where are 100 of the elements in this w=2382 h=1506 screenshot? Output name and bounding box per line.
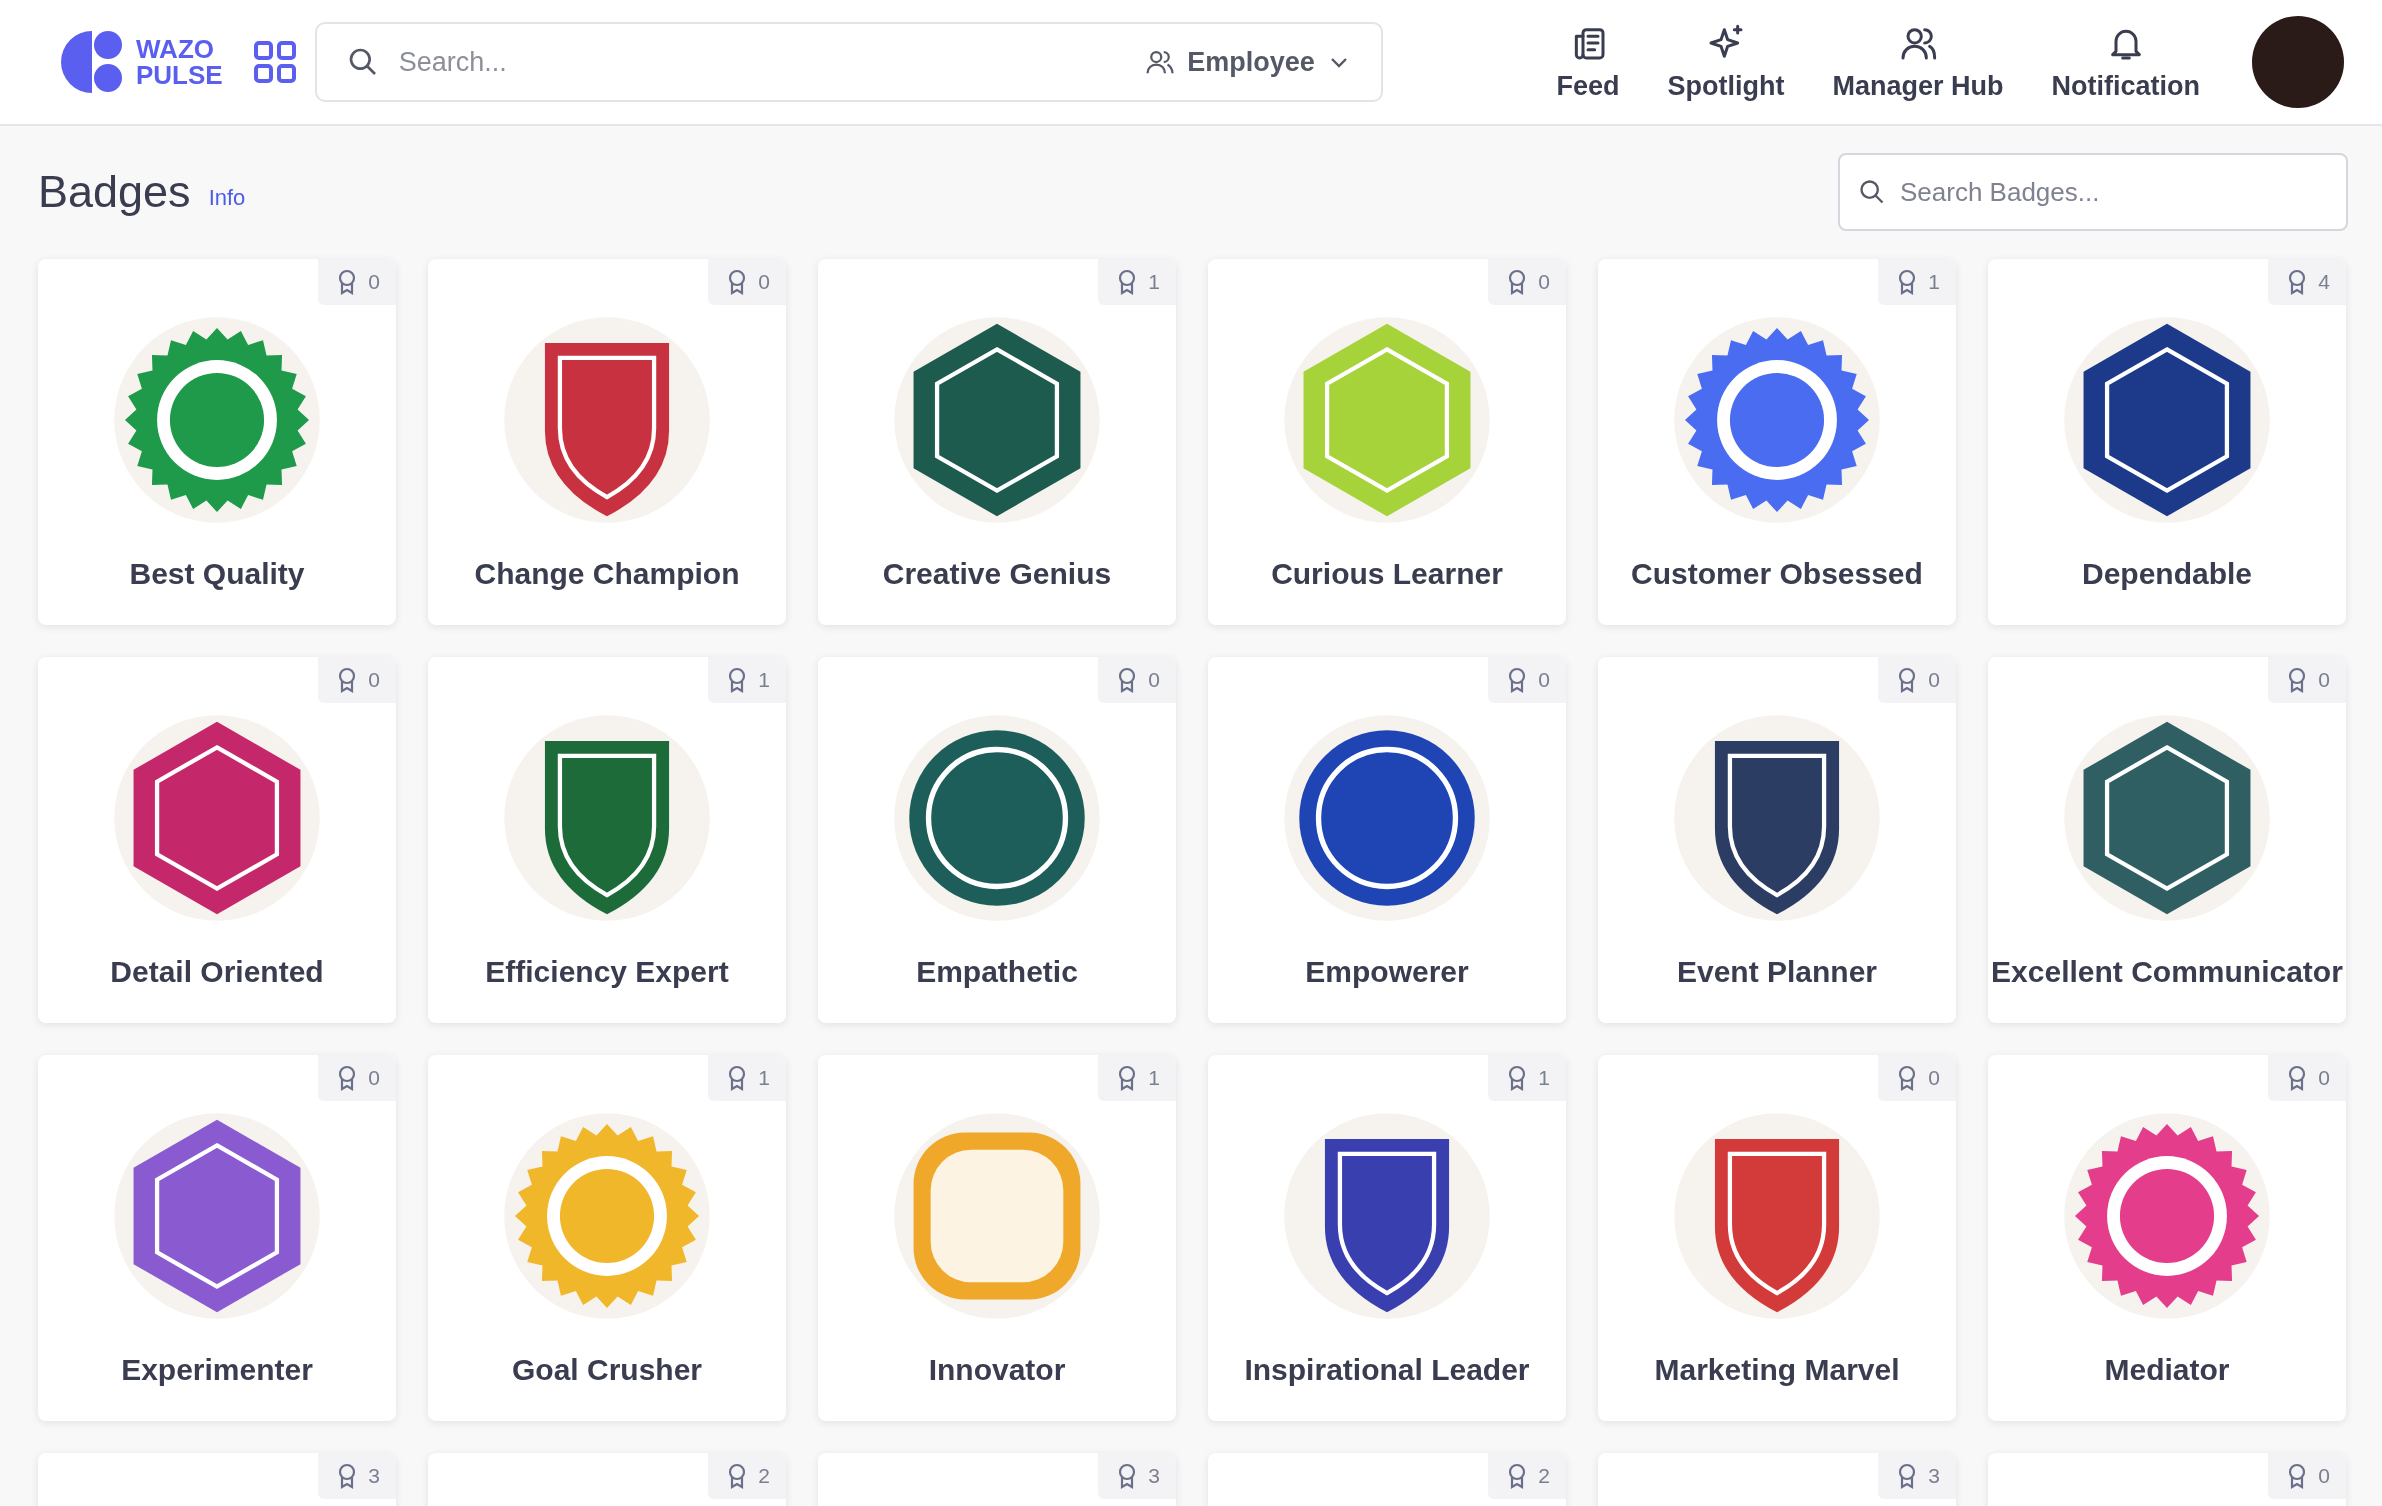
badge-card[interactable]: 1 Customer Obsessed <box>1598 259 1956 625</box>
ribbon-icon <box>2288 269 2307 295</box>
badge-name: Change Champion <box>473 557 741 591</box>
badge-card[interactable]: 1 Goal Crusher <box>428 1055 786 1421</box>
award-count: 0 <box>1928 1066 1940 1090</box>
award-count: 0 <box>758 270 770 294</box>
award-count: 0 <box>1148 668 1160 692</box>
ribbon-icon <box>1898 269 1917 295</box>
badge-card[interactable]: 3 <box>1598 1453 1956 1506</box>
badge-card[interactable]: 0 Marketing Marvel <box>1598 1055 1956 1421</box>
award-count: 1 <box>1148 1066 1160 1090</box>
page-title: Badges <box>38 166 191 218</box>
badge-name: Marketing Marvel <box>1653 1353 1901 1387</box>
award-count: 0 <box>368 1066 380 1090</box>
badge-card[interactable]: 0 Experimenter <box>38 1055 396 1421</box>
badge-name: Goal Crusher <box>510 1353 704 1387</box>
ribbon-icon <box>1118 1065 1137 1091</box>
ribbon-icon <box>2288 667 2307 693</box>
award-count: 0 <box>1928 668 1940 692</box>
badge-card[interactable]: 1 Efficiency Expert <box>428 657 786 1023</box>
badge-name: Excellent Communicator <box>1990 955 2344 989</box>
award-count: 1 <box>758 1066 770 1090</box>
badge-card[interactable]: 2 <box>1208 1453 1566 1506</box>
badge-card[interactable]: 0 Curious Learner <box>1208 259 1566 625</box>
award-count: 4 <box>2318 270 2330 294</box>
badge-card[interactable]: 1 Inspirational Leader <box>1208 1055 1566 1421</box>
badge-name: Experimenter <box>120 1353 314 1387</box>
award-count: 0 <box>1538 668 1550 692</box>
ribbon-icon <box>338 1463 357 1489</box>
ribbon-icon <box>728 1463 747 1489</box>
ribbon-icon <box>1508 269 1527 295</box>
info-link[interactable]: Info <box>208 185 246 211</box>
award-count: 1 <box>1148 270 1160 294</box>
badge-name: Curious Learner <box>1270 557 1504 591</box>
employee-filter-dropdown[interactable]: Employee <box>1141 42 1355 82</box>
badge-card[interactable]: 0 Event Planner <box>1598 657 1956 1023</box>
badge-card[interactable]: 0 Empathetic <box>818 657 1176 1023</box>
badge-card[interactable]: 0 <box>1988 1453 2346 1506</box>
badge-name: Innovator <box>927 1353 1067 1387</box>
badge-card[interactable]: 3 <box>818 1453 1176 1506</box>
ribbon-icon <box>1118 667 1137 693</box>
badge-card[interactable]: 0 Best Quality <box>38 259 396 625</box>
badge-card[interactable]: 0 Mediator <box>1988 1055 2346 1421</box>
award-count: 0 <box>2318 668 2330 692</box>
apps-grid-icon[interactable] <box>252 40 297 84</box>
ribbon-icon <box>2288 1065 2307 1091</box>
ribbon-icon <box>1118 1463 1137 1489</box>
badge-name: Mediator <box>2103 1353 2231 1387</box>
badge-name: Dependable <box>2080 557 2253 591</box>
badge-card[interactable]: 4 Dependable <box>1988 259 2346 625</box>
nav-button[interactable]: Spotlight <box>1667 22 1785 102</box>
ribbon-icon <box>1898 1065 1917 1091</box>
search-icon <box>1858 178 1886 206</box>
badge-name: Empathetic <box>915 955 1079 989</box>
ribbon-icon <box>1508 1463 1527 1489</box>
badge-card[interactable]: 3 <box>38 1453 396 1506</box>
award-count: 1 <box>758 668 770 692</box>
badge-card[interactable]: 0 Excellent Communicator <box>1988 657 2346 1023</box>
badge-card[interactable]: 2 <box>428 1453 786 1506</box>
ribbon-icon <box>1508 1065 1527 1091</box>
ribbon-icon <box>1898 1463 1917 1489</box>
nav-button[interactable]: Manager Hub <box>1832 22 2004 102</box>
ribbon-icon <box>1118 269 1137 295</box>
badge-card[interactable]: 1 Creative Genius <box>818 259 1176 625</box>
award-count: 1 <box>1928 270 1940 294</box>
ribbon-icon <box>1508 667 1527 693</box>
ribbon-icon <box>2288 1463 2307 1489</box>
badge-card[interactable]: 1 Innovator <box>818 1055 1176 1421</box>
nav-button[interactable]: Feed <box>1556 22 1620 102</box>
logo-text: WAZO <box>136 36 215 62</box>
award-count: 3 <box>1148 1464 1160 1488</box>
badge-card[interactable]: 0 Detail Oriented <box>38 657 396 1023</box>
badge-search-field[interactable]: Search Badges... <box>1838 153 2348 231</box>
award-count: 0 <box>2318 1464 2330 1488</box>
ribbon-icon <box>338 1065 357 1091</box>
badge-name: Creative Genius <box>881 557 1113 591</box>
logo-text: PULSE <box>136 62 223 88</box>
ribbon-icon <box>338 269 357 295</box>
nav-button[interactable]: Notification <box>2051 22 2200 102</box>
badge-name: Inspirational Leader <box>1243 1353 1531 1387</box>
badge-name: Event Planner <box>1675 955 1879 989</box>
ribbon-icon <box>338 667 357 693</box>
badge-name: Efficiency Expert <box>484 955 730 989</box>
award-count: 0 <box>368 270 380 294</box>
award-count: 0 <box>368 668 380 692</box>
badge-card[interactable]: 0 Empowerer <box>1208 657 1566 1023</box>
ribbon-icon <box>728 269 747 295</box>
ribbon-icon <box>1898 667 1917 693</box>
award-count: 2 <box>1538 1464 1550 1488</box>
badge-name: Empowerer <box>1304 955 1470 989</box>
award-count: 0 <box>1538 270 1550 294</box>
award-count: 0 <box>2318 1066 2330 1090</box>
award-count: 3 <box>1928 1464 1940 1488</box>
ribbon-icon <box>728 667 747 693</box>
award-count: 3 <box>368 1464 380 1488</box>
badge-name: Best Quality <box>128 557 306 591</box>
ribbon-icon <box>728 1065 747 1091</box>
award-count: 2 <box>758 1464 770 1488</box>
search-field[interactable]: Search... Employee <box>314 22 1383 102</box>
badge-card[interactable]: 0 Change Champion <box>428 259 786 625</box>
